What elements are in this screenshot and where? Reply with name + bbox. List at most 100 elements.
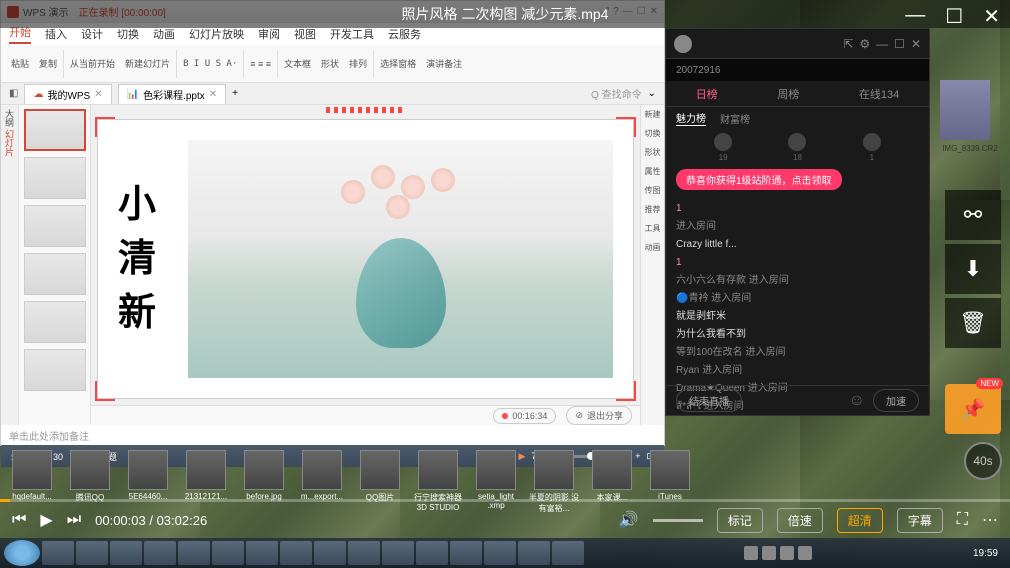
doc-tab-file[interactable]: 📊色彩课程.pptx✕ xyxy=(118,84,227,104)
task-item[interactable] xyxy=(246,541,278,565)
menu-insert[interactable]: 插入 xyxy=(45,26,67,42)
close-icon[interactable]: ✕ xyxy=(983,4,1000,29)
task-item[interactable] xyxy=(144,541,176,565)
tool-recommend[interactable]: 推荐 xyxy=(641,204,664,215)
slide-thumb-4[interactable] xyxy=(24,253,86,295)
task-item[interactable] xyxy=(280,541,312,565)
add-tab-icon[interactable]: + xyxy=(232,88,238,99)
task-item[interactable] xyxy=(212,541,244,565)
ribbon-textbox[interactable]: 文本框 xyxy=(280,55,315,72)
task-item[interactable] xyxy=(76,541,108,565)
menu-review[interactable]: 审阅 xyxy=(258,26,280,42)
exit-share-button[interactable]: ⊘退出分享 xyxy=(566,406,632,425)
task-item[interactable] xyxy=(484,541,516,565)
accelerate-button[interactable]: 加速 xyxy=(873,389,919,412)
ribbon-new-slide[interactable]: 新建幻灯片 xyxy=(121,55,174,72)
file-thumb[interactable] xyxy=(940,80,990,140)
maximize-icon[interactable]: ☐ xyxy=(894,37,905,51)
pin-button[interactable]: NEW 📌 xyxy=(945,384,1001,434)
tool-transition[interactable]: 切换 xyxy=(641,128,664,139)
delete-icon[interactable]: 🗑 xyxy=(945,298,1001,348)
start-button[interactable] xyxy=(4,540,40,566)
ribbon-arrange[interactable]: 排列 xyxy=(345,55,371,72)
menu-slideshow[interactable]: 幻灯片放映 xyxy=(189,26,244,42)
task-item[interactable] xyxy=(348,541,380,565)
task-item[interactable] xyxy=(416,541,448,565)
ribbon-copy[interactable]: 复制 xyxy=(35,55,61,72)
task-item[interactable] xyxy=(518,541,550,565)
volume-icon[interactable]: 🔊 xyxy=(619,510,639,530)
task-item[interactable] xyxy=(42,541,74,565)
ribbon-from-current[interactable]: 从当前开始 xyxy=(66,55,119,72)
ribbon-paste[interactable]: 粘贴 xyxy=(7,55,33,72)
task-item[interactable] xyxy=(314,541,346,565)
close-icon[interactable]: ✕ xyxy=(209,89,217,100)
menu-developer[interactable]: 开发工具 xyxy=(330,26,374,42)
menu-transition[interactable]: 切换 xyxy=(117,26,139,42)
maximize-icon[interactable]: ☐ xyxy=(945,4,963,29)
speed-button[interactable]: 倍速 xyxy=(777,508,823,533)
fullscreen-icon[interactable]: ⛶ xyxy=(957,511,968,529)
tab-online[interactable]: 在线134 xyxy=(859,86,899,102)
menu-animation[interactable]: 动画 xyxy=(153,26,175,42)
tool-tools[interactable]: 工具 xyxy=(641,223,664,234)
tray-icon[interactable] xyxy=(798,546,812,560)
tool-new[interactable]: 新建 xyxy=(641,109,664,120)
settings-icon[interactable]: ⚙ xyxy=(859,37,870,51)
doc-tab-wps[interactable]: ☁我的WPS✕ xyxy=(24,84,111,104)
slide-thumb-3[interactable] xyxy=(24,205,86,247)
tool-upload[interactable]: 传图 xyxy=(641,185,664,196)
emoji-icon[interactable]: ☺ xyxy=(849,392,865,410)
tool-property[interactable]: 属性 xyxy=(641,166,664,177)
task-item[interactable] xyxy=(552,541,584,565)
menu-cloud[interactable]: 云服务 xyxy=(388,26,421,42)
promo-badge[interactable]: 恭喜你获得1级站阶通，点击领取 xyxy=(676,169,842,190)
volume-slider[interactable] xyxy=(653,519,703,522)
tray-icon[interactable] xyxy=(744,546,758,560)
subtitle-button[interactable]: 字幕 xyxy=(897,508,943,533)
system-clock[interactable]: 19:59 xyxy=(973,548,1006,559)
ribbon-shape[interactable]: 形状 xyxy=(317,55,343,72)
notes-field[interactable]: 单击此处添加备注 xyxy=(1,425,664,445)
tab-slides[interactable]: 幻灯片 xyxy=(4,130,14,157)
tool-shape[interactable]: 形状 xyxy=(641,147,664,158)
more-icon[interactable]: ⋯ xyxy=(982,510,998,530)
mark-button[interactable]: 标记 xyxy=(717,508,763,533)
minimize-icon[interactable]: — xyxy=(905,4,925,29)
end-stream-button[interactable]: 结束直播 xyxy=(676,389,742,412)
subtab-charm[interactable]: 魅力榜 xyxy=(676,110,706,126)
task-item[interactable] xyxy=(382,541,414,565)
menu-view[interactable]: 视图 xyxy=(294,26,316,42)
prev-icon[interactable]: ⏮ xyxy=(12,511,26,529)
slide-thumb-2[interactable] xyxy=(24,157,86,199)
search-input[interactable]: Q 查找命令 xyxy=(591,86,642,101)
task-item[interactable] xyxy=(450,541,482,565)
subtab-wealth[interactable]: 财富榜 xyxy=(720,111,750,126)
close-icon[interactable]: ✕ xyxy=(911,37,921,51)
minimize-icon[interactable]: — xyxy=(876,37,888,51)
download-icon[interactable]: ⬇ xyxy=(945,244,1001,294)
slide-canvas[interactable]: 小 清 新 xyxy=(97,119,634,399)
ribbon-speaker-notes[interactable]: 演讲备注 xyxy=(422,55,466,72)
ribbon-select-pane[interactable]: 选择窗格 xyxy=(376,55,420,72)
tray-icon[interactable] xyxy=(780,546,794,560)
slide-thumb-1[interactable] xyxy=(24,109,86,151)
close-icon[interactable]: ✕ xyxy=(94,89,102,100)
user-avatar-icon[interactable] xyxy=(674,35,692,53)
tab-outline[interactable]: 大纲 xyxy=(4,109,14,127)
tray-icon[interactable] xyxy=(762,546,776,560)
slide-thumb-6[interactable] xyxy=(24,349,86,391)
next-icon[interactable]: ⏭ xyxy=(67,511,81,529)
play-icon[interactable]: ▶ xyxy=(40,510,52,530)
share-icon[interactable]: ⚯ xyxy=(945,190,1001,240)
tab-daily[interactable]: 日榜 xyxy=(696,86,718,102)
slide-thumb-5[interactable] xyxy=(24,301,86,343)
menu-design[interactable]: 设计 xyxy=(81,26,103,42)
tab-weekly[interactable]: 周榜 xyxy=(777,86,799,102)
task-item[interactable] xyxy=(110,541,142,565)
tool-animation[interactable]: 动画 xyxy=(641,242,664,253)
room-id: 20072916 xyxy=(676,65,721,76)
quality-button[interactable]: 超清 xyxy=(837,508,883,533)
task-item[interactable] xyxy=(178,541,210,565)
popout-icon[interactable]: ⇱ xyxy=(843,37,853,51)
